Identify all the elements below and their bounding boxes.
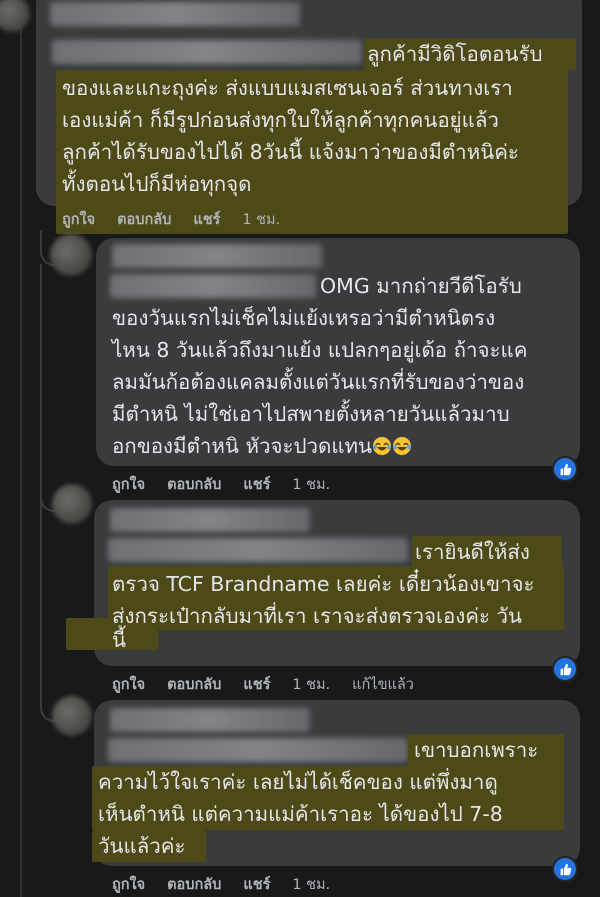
comment-text-line: อกของมีตำหนิ หัวจะปวดแทน [112, 430, 412, 462]
comment-actions: ถูกใจ ตอบกลับ แชร์ 1 ชม. แก้ไขแล้ว [112, 673, 414, 696]
like-link[interactable]: ถูกใจ [62, 208, 95, 231]
like-link[interactable]: ถูกใจ [112, 673, 145, 696]
comment-text-line: เขาบอกเพราะ [414, 738, 539, 762]
commenter-name[interactable] [108, 738, 408, 762]
commenter-name[interactable] [110, 274, 316, 298]
comment-text-line: OMG มากถ่ายวีดีโอรับ [320, 274, 522, 298]
share-link[interactable]: แชร์ [243, 673, 270, 696]
commenter-name[interactable] [108, 538, 408, 562]
comment-text-line: ของวันแรกไม่เช็คไม่แย้งเหรอว่ามีตำหนิตรง [112, 306, 496, 330]
timestamp[interactable]: 1 ชม. [292, 873, 330, 896]
like-reaction-icon[interactable] [552, 456, 578, 482]
comment-text-line: ส่งกระเป๋ากลับมาที่เรา เราจะส่งตรวจเองค่… [112, 604, 523, 628]
comment-text-line: เรายินดีให้ส่ง [415, 540, 530, 564]
comment-text-line: ของและแกะถุงค่ะ ส่งแบบแมสเซนเจอร์ ส่วนทา… [62, 76, 513, 100]
avatar[interactable] [52, 484, 92, 524]
comment-actions: ถูกใจ ตอบกลับ แชร์ 1 ชม. [112, 873, 330, 896]
comment-text-line: ตรวจ TCF Brandname เลยค่ะ เดี๋ยวน้องเขาจ… [112, 572, 535, 596]
comment-text-line: ลูกค้ามีวิดิโอตอนรับ [367, 42, 543, 66]
reply-link[interactable]: ตอบกลับ [167, 473, 221, 496]
comment-thread: ลูกค้ามีวิดิโอตอนรับ ของและแกะถุงค่ะ ส่ง… [0, 0, 600, 897]
thread-line [20, 0, 22, 897]
comment-text-line: ความไว้ใจเราค่ะ เลยไม่ได้เช็คของ แต่พึ่ง… [98, 770, 498, 794]
avatar[interactable] [50, 234, 92, 276]
comment-text-line: เองแม่ค้า ก็มีรูปก่อนส่งทุกใบให้ลูกค้าทุ… [62, 108, 499, 132]
commenter-name[interactable] [112, 244, 322, 268]
avatar[interactable] [0, 0, 30, 32]
reply-link[interactable]: ตอบกลับ [167, 673, 221, 696]
comment-text-line: ไหน 8 วันแล้วถึงมาแย้ง แปลกๆอยู่เด้อ ถ้า… [112, 338, 528, 362]
like-reaction-icon[interactable] [552, 656, 578, 682]
comment-text-line: วันแล้วค่ะ [98, 834, 186, 858]
comment-text: อกของมีตำหนิ หัวจะปวดแทน [112, 434, 373, 458]
timestamp[interactable]: 1 ชม. [242, 208, 280, 231]
comment-actions: ถูกใจ ตอบกลับ แชร์ 1 ชม. [112, 473, 330, 496]
share-link[interactable]: แชร์ [243, 473, 270, 496]
comment-text-line: ทั้งตอนไปก็มีห่อทุกจุด [62, 172, 252, 196]
commenter-name[interactable] [50, 2, 300, 26]
avatar[interactable] [52, 696, 92, 736]
like-link[interactable]: ถูกใจ [112, 473, 145, 496]
edited-label[interactable]: แก้ไขแล้ว [352, 673, 414, 696]
like-link[interactable]: ถูกใจ [112, 873, 145, 896]
reply-link[interactable]: ตอบกลับ [167, 873, 221, 896]
commenter-name[interactable] [110, 508, 310, 532]
commenter-name[interactable] [110, 708, 310, 732]
commenter-name[interactable] [52, 40, 362, 64]
reply-link[interactable]: ตอบกลับ [117, 208, 171, 231]
laughing-crying-emoji-icon [393, 437, 412, 455]
comment-text-line: ลูกค้าได้รับของไปได้ 8วันนี้ แจ้งมาว่าขอ… [62, 140, 519, 164]
comment-actions: ถูกใจ ตอบกลับ แชร์ 1 ชม. [62, 208, 280, 231]
comment-text-line: นี้ [112, 628, 127, 652]
share-link[interactable]: แชร์ [193, 208, 220, 231]
like-reaction-icon[interactable] [552, 856, 578, 882]
comment-text-line: ลมมันก้อต้องแคลมตั้งแต่วันแรกที่รับของว่… [112, 370, 525, 394]
laughing-crying-emoji-icon [373, 437, 392, 455]
timestamp[interactable]: 1 ชม. [292, 473, 330, 496]
timestamp[interactable]: 1 ชม. [292, 673, 330, 696]
comment-text-line: เห็นตำหนิ แต่ความแม่ค้าเราอะ ได้ของไป 7-… [98, 802, 503, 826]
share-link[interactable]: แชร์ [243, 873, 270, 896]
comment-text-line: มีตำหนิ ไม่ใช่เอาไปสพายตั้งหลายวันแล้วมา… [112, 402, 510, 426]
